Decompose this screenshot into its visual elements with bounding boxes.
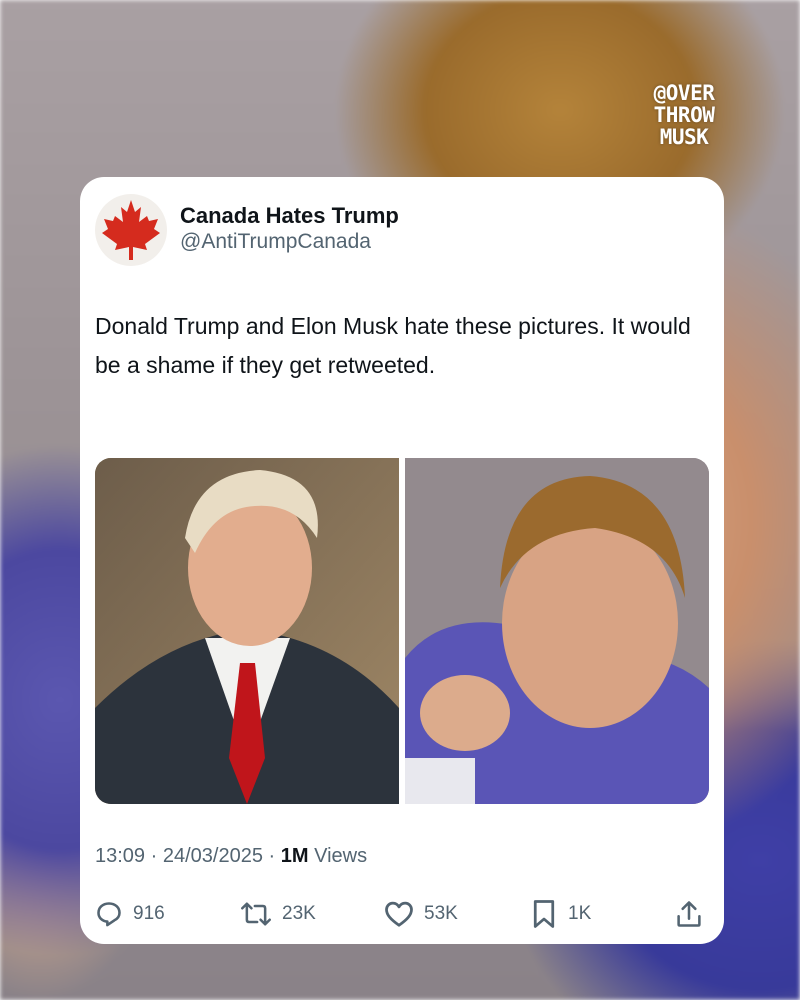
retweet-count: 23K [282,903,316,924]
avatar[interactable] [95,194,167,266]
tweet-header: Canada Hates Trump @AntiTrumpCanada [95,194,695,268]
maple-leaf-icon [102,200,160,260]
watermark: @OVER THROW MUSK [644,82,724,148]
retweet-icon [241,902,271,926]
bookmark-count: 1K [568,903,592,924]
media-photo-right[interactable] [405,458,709,804]
reply-icon [97,902,121,927]
like-button[interactable]: 53K [384,897,458,931]
reply-button[interactable]: 916 [95,897,165,931]
watermark-line: @OVER [653,81,715,105]
like-count: 53K [424,903,458,924]
heart-icon [385,901,413,927]
watermark-line: MUSK [659,125,709,149]
meta-separator: · [150,845,158,867]
portrait-painting-image [95,458,399,804]
share-icon [677,901,701,927]
bookmark-icon [533,900,555,928]
display-name[interactable]: Canada Hates Trump [180,203,399,229]
tweet-time[interactable]: 13:09 [95,845,145,867]
views-count[interactable]: 1M [281,845,309,867]
share-button[interactable] [675,897,703,931]
tweet-text: Donald Trump and Elon Musk hate these pi… [95,313,691,378]
reply-count: 916 [133,903,165,924]
tweet-card: Canada Hates Trump @AntiTrumpCanada Dona… [80,177,724,944]
bookmark-button[interactable]: 1K [530,897,591,931]
watermark-line: THROW [653,103,715,127]
views-label: Views [314,845,368,867]
media-photo-left[interactable] [95,458,399,804]
retweet-button[interactable]: 23K [240,897,316,931]
young-man-photo-image [405,458,709,804]
meta-separator: · [268,845,276,867]
tweet-media [95,458,709,804]
tweet-date[interactable]: 24/03/2025 [163,845,263,867]
user-handle[interactable]: @AntiTrumpCanada [180,229,399,255]
action-bar: 916 23K 53K 1K [95,897,709,931]
tweet-meta: 13:09 · 24/03/2025 · 1M Views [95,845,367,868]
